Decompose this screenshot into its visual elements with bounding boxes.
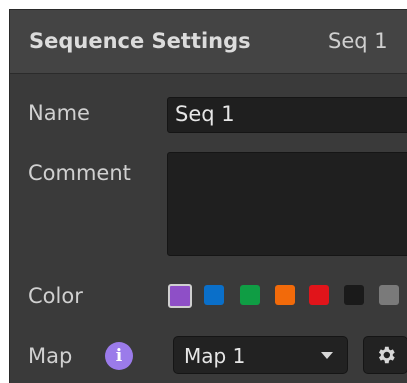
info-icon[interactable]: i (105, 342, 133, 370)
panel-title: Sequence Settings (29, 29, 251, 53)
color-swatch-orange[interactable] (275, 285, 295, 305)
panel-header: Sequence Settings Seq 1 (10, 10, 407, 74)
color-label: Color (28, 284, 83, 308)
map-select[interactable]: Map 1 (173, 336, 348, 374)
color-swatch-purple[interactable] (168, 284, 192, 308)
name-label: Name (28, 101, 90, 125)
sequence-settings-panel: Sequence Settings Seq 1 Name Seq 1 Comme… (9, 9, 407, 383)
gear-icon (378, 346, 395, 364)
comment-label: Comment (28, 161, 131, 185)
map-select-value: Map 1 (184, 344, 246, 368)
chevron-down-icon (321, 352, 333, 359)
color-swatch-gray[interactable] (379, 285, 399, 305)
map-settings-button[interactable] (363, 336, 407, 374)
comment-field[interactable] (167, 152, 407, 256)
color-swatch-red[interactable] (309, 285, 329, 305)
sequence-name-header: Seq 1 (328, 29, 388, 53)
color-swatch-green[interactable] (240, 285, 260, 305)
color-swatch-blue[interactable] (204, 285, 224, 305)
color-swatch-black[interactable] (344, 285, 364, 305)
map-label: Map (28, 344, 73, 368)
name-field[interactable]: Seq 1 (167, 97, 407, 133)
